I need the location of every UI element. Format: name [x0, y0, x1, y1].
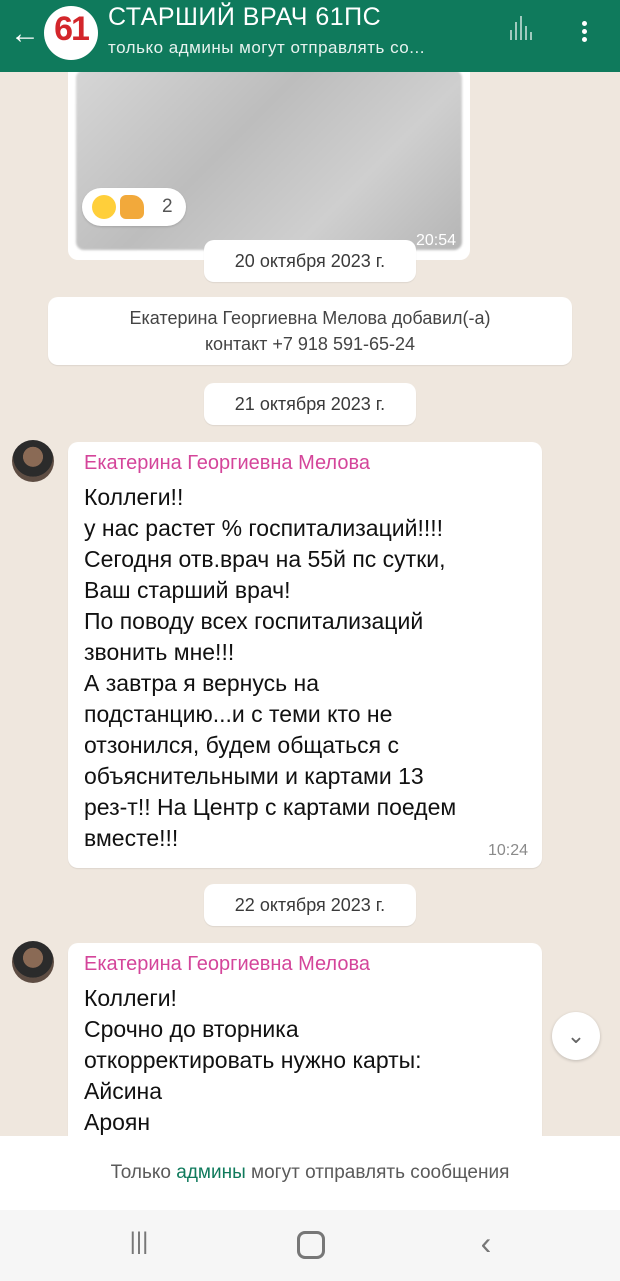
recent-apps-icon[interactable]: |||: [126, 1228, 152, 1262]
chat-subtitle[interactable]: только админы могут отправлять со...: [108, 38, 425, 58]
chat-title[interactable]: СТАРШИЙ ВРАЧ 61ПС: [108, 3, 381, 32]
chat-message[interactable]: Екатерина Георгиевна Мелова Коллеги! Сро…: [68, 943, 542, 1136]
avatar[interactable]: [12, 941, 54, 983]
reaction-count: 2: [162, 196, 173, 217]
thumbs-up-icon: [120, 195, 144, 219]
chat-header: ← 61 СТАРШИЙ ВРАЧ 61ПС только админы мог…: [0, 0, 620, 72]
arrow-left-icon[interactable]: ←: [10, 18, 42, 50]
message-list[interactable]: 20:54 2 20 октября 2023 г. Екатерина Гео…: [0, 72, 620, 1136]
image-message[interactable]: 20:54: [68, 72, 470, 260]
group-avatar[interactable]: 61: [44, 6, 98, 60]
message-time: 20:54: [415, 232, 456, 249]
audio-wave-icon[interactable]: [510, 16, 534, 46]
message-text: Коллеги!! у нас растет % госпитализаций!…: [84, 484, 457, 851]
date-separator: 22 октября 2023 г.: [204, 884, 416, 926]
reactions-badge[interactable]: 2: [82, 188, 186, 226]
system-nav-bar: ||| ‹: [0, 1210, 620, 1281]
notice-suffix: могут отправлять сообщения: [245, 1162, 510, 1183]
smiling-face-icon: [92, 195, 116, 219]
notice-prefix: Только: [110, 1162, 177, 1183]
system-message-line: контакт +7 918 591-65-24: [204, 334, 416, 354]
chevron-double-down-icon: ⌄: [566, 1023, 586, 1048]
admins-only-notice: Только админы могут отправлять сообщения: [0, 1136, 620, 1210]
back-icon[interactable]: ‹: [474, 1227, 498, 1262]
scroll-down-button[interactable]: ⌄: [552, 1012, 600, 1060]
date-separator: 21 октября 2023 г.: [204, 383, 416, 425]
message-author[interactable]: Екатерина Георгиевна Мелова: [84, 452, 370, 475]
admins-link[interactable]: админы: [176, 1162, 245, 1183]
system-message-line: Екатерина Георгиевна Мелова добавил(-а): [129, 308, 491, 328]
message-time: 10:24: [487, 842, 528, 859]
group-avatar-text: 61: [54, 10, 90, 48]
more-vertical-icon[interactable]: [578, 18, 590, 48]
avatar[interactable]: [12, 440, 54, 482]
message-text: Коллеги! Срочно до вторника откорректиро…: [84, 985, 422, 1135]
date-separator: 20 октября 2023 г.: [204, 240, 416, 282]
chat-message[interactable]: Екатерина Георгиевна Мелова Коллеги!! у …: [68, 442, 542, 868]
home-icon[interactable]: [296, 1228, 326, 1262]
system-message: Екатерина Георгиевна Мелова добавил(-а) …: [48, 297, 572, 365]
message-author[interactable]: Екатерина Георгиевна Мелова: [84, 953, 370, 976]
